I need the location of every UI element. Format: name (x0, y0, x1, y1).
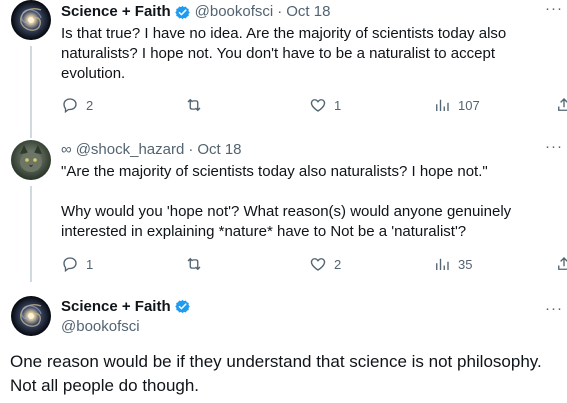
avatar[interactable] (11, 140, 51, 180)
like-icon (310, 99, 326, 112)
retweet-button[interactable] (185, 255, 210, 273)
reply-count: 2 (86, 97, 94, 113)
tweet-text: "Are the majority of scientists today al… (61, 163, 512, 240)
tweet-1: Science + Faith @bookofsci · Oct 18 ··· … (61, 0, 567, 84)
tweet-text: One reason would be if they understand t… (10, 352, 542, 395)
reply-count: 1 (86, 256, 94, 272)
reply-button[interactable]: 1 (61, 255, 93, 273)
views-icon (436, 99, 449, 111)
views-count: 35 (458, 256, 473, 272)
avatar-column (11, 296, 51, 336)
handle[interactable]: @shock_hazard (76, 140, 185, 160)
more-icon[interactable]: ··· (545, 0, 563, 17)
reply-icon (63, 257, 77, 273)
reply-button[interactable]: 2 (61, 96, 93, 114)
timestamp[interactable]: Oct 18 (197, 140, 241, 160)
views-icon (436, 258, 449, 270)
like-count: 1 (334, 97, 342, 113)
thread-line (30, 46, 32, 138)
like-icon (310, 258, 326, 271)
handle[interactable]: @bookofsci (61, 318, 140, 335)
main-tweet-text: One reason would be if they understand t… (10, 350, 563, 398)
tweet-text: Is that true? I have no idea. Are the ma… (61, 25, 507, 82)
like-count: 2 (334, 256, 342, 272)
views-button[interactable]: 107 (433, 96, 480, 114)
display-name[interactable]: Science + Faith (61, 2, 171, 22)
more-icon[interactable]: ··· (545, 300, 563, 317)
tweet-actions: 2 1 107 (61, 96, 567, 116)
like-button[interactable]: 2 (309, 255, 341, 273)
display-name[interactable]: ∞ (61, 140, 72, 160)
separator-dot: · (188, 141, 194, 158)
avatar-column (11, 0, 51, 40)
tweet-header: ∞ @shock_hazard · Oct 18 (61, 140, 567, 160)
avatar-column (11, 140, 51, 180)
avatar[interactable] (11, 296, 51, 336)
tweet-actions: 1 2 35 (61, 255, 567, 275)
timestamp[interactable]: Oct 18 (286, 2, 330, 22)
views-count: 107 (458, 97, 480, 113)
thread-line (30, 186, 32, 282)
retweet-icon (187, 257, 201, 271)
verified-badge-icon (174, 299, 190, 314)
avatar[interactable] (11, 0, 51, 40)
share-icon (558, 257, 567, 270)
reply-icon (63, 98, 77, 114)
more-icon[interactable]: ··· (545, 138, 563, 155)
verified-badge-icon (174, 5, 190, 19)
like-button[interactable]: 1 (309, 96, 341, 114)
retweet-button[interactable] (185, 96, 210, 114)
handle[interactable]: @bookofsci (195, 2, 274, 22)
share-button[interactable] (555, 255, 567, 273)
tweet-header: Science + Faith @bookofsci · Oct 18 (61, 2, 567, 22)
separator-dot: · (277, 3, 283, 20)
share-icon (558, 98, 567, 111)
views-button[interactable]: 35 (433, 255, 472, 273)
tweet-2: ∞ @shock_hazard · Oct 18 ··· "Are the ma… (61, 138, 567, 242)
share-button[interactable] (555, 96, 567, 114)
display-name[interactable]: Science + Faith (61, 298, 171, 315)
main-tweet-header: Science + Faith (61, 298, 195, 315)
retweet-icon (187, 98, 201, 112)
